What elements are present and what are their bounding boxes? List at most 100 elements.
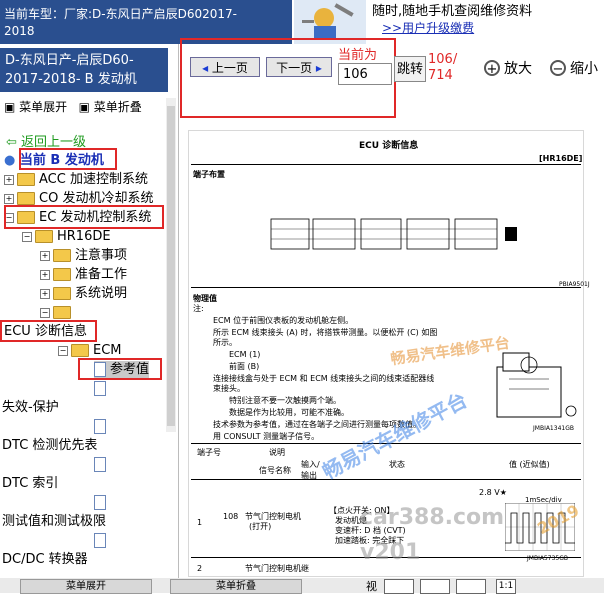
folder-icon (71, 344, 89, 357)
tree-label: DTC 检测优先表 (2, 438, 98, 453)
next-page-button[interactable]: 下一页 ▸ (266, 57, 332, 77)
document-icon (94, 419, 106, 434)
sidebar-header-line-2: 2017-2018- B 发动机 (5, 72, 137, 87)
ad-line: 随时,随地手机查阅维修资料 (372, 4, 533, 19)
tree-item-doc-5[interactable] (94, 532, 110, 550)
bullet-3: ECM (1) (229, 350, 261, 359)
view-fit-button[interactable] (456, 579, 486, 594)
document-icon (94, 533, 106, 548)
tree-item-precautions[interactable]: + 注意事项 (40, 247, 127, 265)
tree-item-dtc-priority[interactable]: DTC 检测优先表 (2, 437, 97, 455)
sidebar: D-东风日产-启辰D60- 2017-2018- B 发动机 ▣ 菜单展开 ▣ … (0, 44, 179, 593)
prev-page-button[interactable]: ◂ 上一页 (190, 57, 260, 77)
tree-item-test-values[interactable]: 测试值和测试极限 (2, 513, 106, 531)
tree-label: 系统说明 (75, 286, 128, 301)
tree-label: CO 发动机冷却系统 (39, 191, 154, 206)
table-header-signal: 信号名称 (259, 466, 291, 475)
row-1-signal-2: (打开) (249, 522, 272, 531)
sidebar-header: D-东风日产-启辰D60- 2017-2018- B 发动机 (0, 48, 168, 92)
expand-icon[interactable]: + (40, 288, 50, 299)
bullet-7: 数据是作为比较用，可能不准确。 (229, 408, 349, 417)
page-count-line-1: 106/ (428, 52, 458, 67)
tree-item-dtc-index[interactable]: DTC 索引 (2, 475, 58, 493)
tree-label: DTC 索引 (2, 476, 59, 491)
zoom-in-button[interactable]: + 放大 (484, 58, 532, 78)
expand-icon[interactable]: + (40, 250, 50, 261)
bullet-2: 所示 ECM 线束接头 (A) 时，将搭铁带测量。以便松开 (C) 如图 (213, 328, 438, 337)
highlight-ec (4, 205, 164, 229)
collapse-icon[interactable]: − (22, 231, 32, 242)
vehicle-line-1: 当前车型：厂家:D-东风日产启辰D602017- (4, 7, 237, 21)
bottom-expand-button[interactable]: 菜单展开 (20, 579, 152, 594)
section-terminal-layout: 端子布置 (193, 170, 225, 179)
watermark-5: v201 (360, 540, 421, 565)
prev-label: 上一页 (211, 61, 248, 75)
row-2-signal: 节气门控制电机继 (245, 564, 309, 573)
bullet-5b: 束接头。 (213, 384, 245, 393)
zoom-in-icon: + (484, 60, 500, 77)
row-2-terminal: 2 (197, 564, 203, 573)
connector-diagram (269, 215, 519, 255)
highlight-current (19, 148, 117, 170)
collapse-icon[interactable]: − (40, 307, 50, 318)
menu-toggle-row: ▣ 菜单展开 ▣ 菜单折叠 (4, 98, 142, 115)
bullet-6: 特别注意不要一次触摸两个端。 (229, 396, 341, 405)
tree-label: ECM (93, 343, 122, 358)
collapse-all-button[interactable]: ▣ 菜单折叠 (79, 100, 142, 114)
prev-arrow-icon: ◂ (202, 61, 209, 75)
person-icon: ● (4, 153, 16, 168)
tree-item-hr16de[interactable]: − HR16DE (22, 228, 111, 246)
note-label: 注: (193, 304, 204, 313)
row-1-wire: 108 (223, 512, 239, 521)
tree-item-preparation[interactable]: + 准备工作 (40, 266, 127, 284)
tree-label: ACC 加速控制系统 (39, 172, 148, 187)
upgrade-link[interactable]: >>用户升级缴费 (382, 21, 474, 35)
scale-button[interactable]: 1:1 (496, 579, 516, 594)
tree-item-doc-2[interactable] (94, 418, 110, 436)
tree-item-doc-3[interactable] (94, 456, 110, 474)
folder-icon (17, 173, 35, 186)
collapse-icon[interactable]: − (58, 345, 68, 356)
tree-item-system-desc[interactable]: + 系统说明 (40, 285, 127, 303)
page-count: 106/ 714 (428, 52, 457, 84)
diagram-ref-2: JMBIA1341GB (533, 425, 574, 432)
view-double-button[interactable] (420, 579, 450, 594)
table-header-border (191, 479, 581, 480)
bullet-4: 前面 (B) (229, 362, 260, 371)
tree-item-failsafe[interactable]: 失效-保护 (2, 399, 59, 417)
zoom-out-button[interactable]: − 缩小 (550, 58, 598, 78)
expand-icon[interactable]: + (4, 174, 14, 185)
bottom-collapse-button[interactable]: 菜单折叠 (170, 579, 302, 594)
tree-label: HR16DE (57, 229, 111, 244)
document-icon (94, 495, 106, 510)
expand-icon[interactable]: + (4, 193, 14, 204)
view-single-button[interactable] (384, 579, 414, 594)
doc-code: [HR16DE] (539, 154, 583, 163)
ecm-illustration (489, 349, 579, 427)
expand-all-button[interactable]: ▣ 菜单展开 (4, 100, 67, 114)
bullet-5: 连接接线盒与处于 ECM 和 ECM 线束接头之间的线束适配器线 (213, 374, 435, 383)
tree-item-dcdc[interactable]: DC/DC 转换器 (2, 551, 88, 569)
tree-label: 测试值和测试极限 (2, 514, 107, 529)
jump-button[interactable]: 跳转 (394, 56, 426, 82)
tree-item-doc-4[interactable] (94, 494, 110, 512)
tree-label: 准备工作 (75, 267, 128, 282)
folder-icon (53, 249, 71, 262)
bullet-9: 用 CONSULT 测量端子信号。 (213, 432, 320, 441)
tree-item-doc-1[interactable] (94, 380, 110, 398)
diagram-ref-3: JMBIA5735GB (527, 555, 568, 562)
zoom-in-label: 放大 (504, 61, 532, 77)
expand-icon[interactable]: + (40, 269, 50, 280)
divider (191, 287, 581, 288)
doc-title: ECU 诊断信息 (359, 141, 419, 151)
tree-item-acc[interactable]: + ACC 加速控制系统 (4, 171, 148, 189)
diagram-ref-1: PBIA9501J (559, 281, 590, 288)
table-header-desc: 说明 (269, 448, 285, 457)
zoom-out-label: 缩小 (570, 61, 598, 77)
tree-label: 注意事项 (75, 248, 128, 263)
next-arrow-icon: ▸ (315, 61, 322, 75)
page-number-input[interactable] (338, 63, 392, 85)
view-label: 视 (366, 580, 377, 593)
sidebar-scroll-thumb[interactable] (167, 106, 175, 426)
next-label: 下一页 (276, 61, 313, 75)
